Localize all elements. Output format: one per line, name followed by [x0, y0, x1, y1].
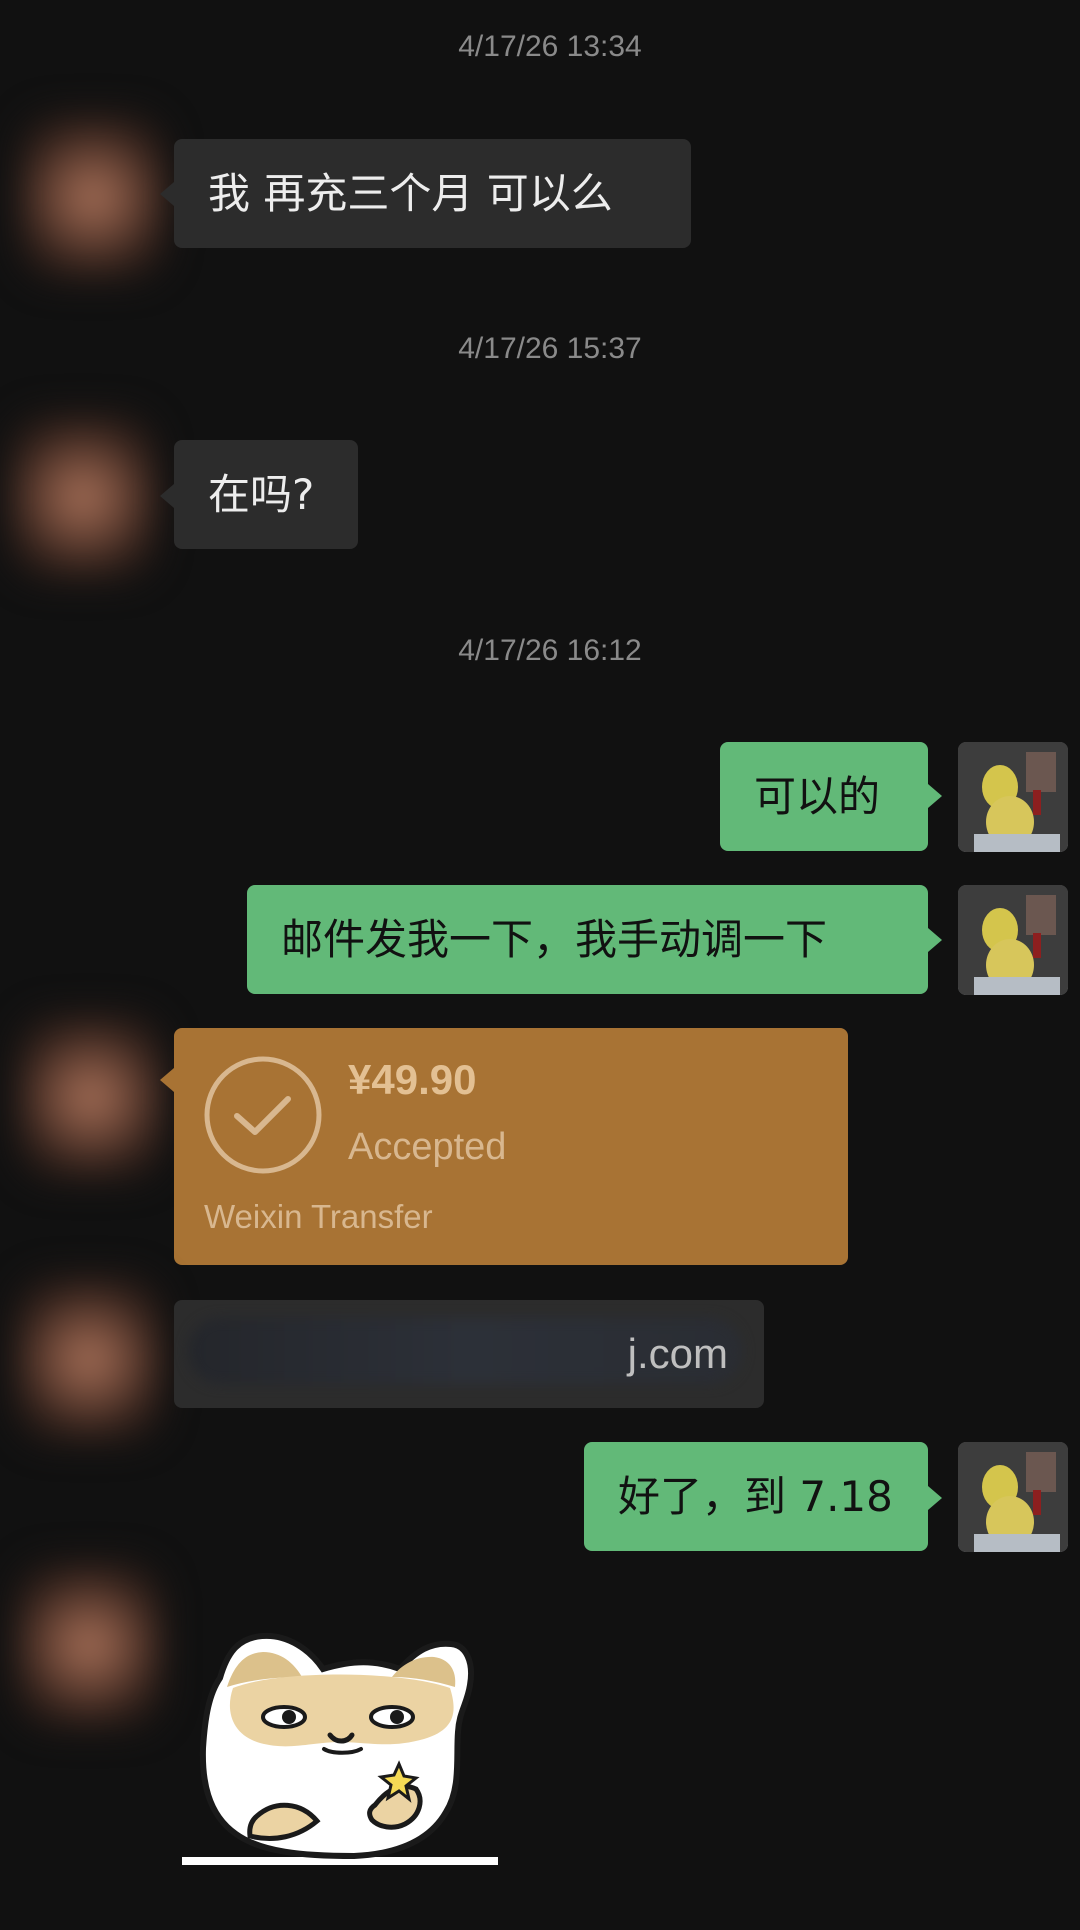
- contact-avatar[interactable]: [8, 412, 158, 582]
- bubble-tail: [160, 1068, 174, 1092]
- contact-avatar[interactable]: [16, 1012, 166, 1182]
- incoming-message-bubble[interactable]: 我 再充三个月 可以么: [174, 139, 691, 248]
- bubble-tail: [160, 484, 174, 508]
- outgoing-message-bubble[interactable]: 可以的: [720, 742, 928, 851]
- contact-avatar[interactable]: [14, 1560, 164, 1730]
- message-timestamp: 4/17/26 15:37: [458, 332, 642, 365]
- contact-avatar[interactable]: [18, 112, 168, 282]
- bubble-tail: [160, 182, 174, 206]
- email-text: j.com: [627, 1330, 728, 1377]
- outgoing-message-bubble[interactable]: 好了，到 7.18: [584, 1442, 928, 1551]
- checkmark-circle-icon: [204, 1056, 322, 1174]
- bubble-tail: [928, 928, 942, 952]
- message-text: 我 再充三个月 可以么: [208, 168, 613, 218]
- self-avatar-image: [958, 1442, 1068, 1552]
- message-text: 在吗?: [208, 469, 315, 519]
- bubble-tail: [928, 1486, 942, 1510]
- self-avatar-image: [958, 885, 1068, 995]
- cat-sticker[interactable]: [178, 1632, 508, 1867]
- message-timestamp: 4/17/26 13:34: [458, 30, 642, 63]
- email-message-bubble[interactable]: j.com: [174, 1300, 764, 1408]
- outgoing-message-bubble[interactable]: 邮件发我一下，我手动调一下: [247, 885, 928, 994]
- self-avatar[interactable]: [958, 1442, 1068, 1552]
- bubble-tail: [928, 784, 942, 808]
- message-text: 可以的: [754, 771, 881, 821]
- transfer-label: Weixin Transfer: [204, 1198, 433, 1235]
- message-text: 好了，到 7.18: [618, 1471, 893, 1521]
- self-avatar[interactable]: [958, 885, 1068, 995]
- transfer-status: Accepted: [348, 1126, 507, 1168]
- message-timestamp: 4/17/26 16:12: [458, 634, 642, 667]
- transfer-amount: ¥49.90: [348, 1056, 477, 1103]
- contact-avatar[interactable]: [14, 1274, 164, 1444]
- transfer-card[interactable]: ¥49.90 Accepted Weixin Transfer: [174, 1028, 848, 1265]
- self-avatar-image: [958, 742, 1068, 852]
- self-avatar[interactable]: [958, 742, 1068, 852]
- message-text: 邮件发我一下，我手动调一下: [281, 914, 828, 964]
- incoming-message-bubble[interactable]: 在吗?: [174, 440, 358, 549]
